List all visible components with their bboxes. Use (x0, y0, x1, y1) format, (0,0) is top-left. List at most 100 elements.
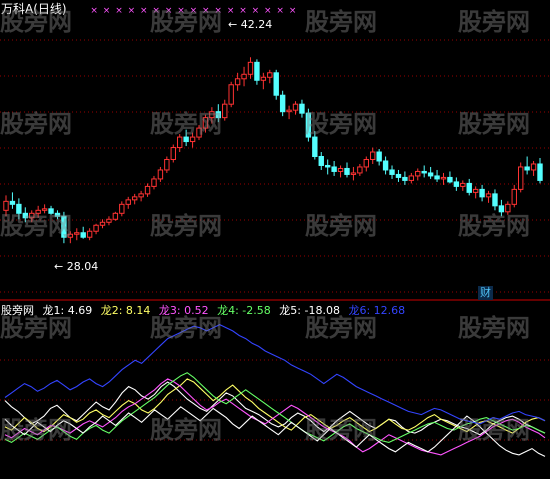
candle-body (318, 156, 324, 166)
candle (427, 166, 434, 179)
candle-body (112, 212, 119, 220)
candle (324, 159, 331, 175)
candle (61, 211, 67, 244)
candle (434, 169, 440, 182)
candle (305, 108, 312, 142)
indicator-long3: 龙3: 0.52 (158, 304, 209, 317)
candle (331, 160, 337, 176)
candle-body (157, 169, 164, 180)
candle (260, 72, 267, 90)
candle (67, 231, 74, 244)
candle (517, 162, 524, 193)
candle-body (254, 61, 260, 81)
candle (157, 166, 164, 182)
candle (376, 149, 382, 166)
finance-badge[interactable]: 财 (478, 286, 493, 300)
candle (144, 183, 151, 197)
candle (479, 184, 485, 202)
chart-title: 万科A(日线) × × × × × × × × × × × × × × × × … (1, 0, 297, 17)
candle (337, 165, 344, 178)
indicator-legend: 股旁网 龙1: 4.69 龙2: 8.14 龙3: 0.52 龙4: -2.58… (1, 302, 410, 318)
candle-body (440, 176, 447, 180)
candle (131, 193, 138, 205)
candle (382, 156, 389, 175)
candle (440, 172, 447, 185)
candle-body (350, 172, 357, 175)
candle-body (29, 212, 35, 219)
candle-body (530, 163, 537, 171)
candle (421, 165, 427, 178)
candle-body (54, 212, 61, 217)
candle-body (260, 76, 267, 81)
candle (228, 81, 234, 108)
candle (453, 177, 460, 191)
candle (408, 172, 415, 184)
candle (48, 205, 54, 215)
candle (29, 210, 35, 223)
candle-body (22, 212, 29, 219)
candle (524, 156, 530, 175)
candle (35, 205, 41, 218)
candle (511, 184, 517, 208)
candle-body (74, 232, 80, 235)
candle (363, 156, 369, 172)
candle-body (247, 61, 254, 75)
candle-body (16, 203, 22, 214)
candle-body (447, 176, 453, 183)
candle (86, 228, 93, 241)
high-price-value: 42.24 (240, 18, 273, 31)
candle (350, 166, 357, 181)
candle (460, 180, 466, 191)
candle (402, 171, 408, 185)
candle (99, 219, 106, 229)
candle-body (337, 167, 344, 172)
candle (286, 105, 292, 120)
candle-body (524, 166, 530, 171)
candle-body (228, 84, 234, 105)
candle (472, 186, 479, 199)
indicator-name: 股旁网 (1, 304, 34, 317)
indicator-line-1 (4, 381, 546, 436)
candle (202, 114, 209, 133)
candle-body (279, 94, 286, 113)
candle-body (427, 172, 434, 177)
candle (93, 223, 99, 235)
candle (318, 152, 324, 170)
candle (498, 199, 505, 217)
indicator-long6: 龙6: 12.68 (348, 304, 406, 317)
candle-body (299, 103, 305, 114)
candle-body (376, 151, 382, 162)
candle-body (421, 170, 427, 174)
candle (370, 147, 376, 164)
candle (138, 190, 144, 202)
indicator-long1: 龙1: 4.69 (42, 304, 93, 317)
candle-body (466, 182, 472, 193)
candle-body (80, 232, 86, 238)
candle (267, 69, 273, 84)
candle (189, 132, 196, 148)
indicator-long5: 龙5: -18.08 (279, 304, 340, 317)
candle-body (48, 208, 54, 214)
candle (505, 201, 511, 215)
candle-body (93, 224, 99, 232)
candle-body (511, 188, 517, 205)
candle (492, 189, 498, 211)
candle-body (305, 112, 312, 138)
candle (273, 69, 279, 100)
candle-body (119, 203, 125, 214)
candle-body (479, 188, 485, 198)
candle-body (61, 215, 67, 238)
candle (344, 162, 350, 178)
candle-body (402, 176, 408, 181)
candle-body (363, 158, 369, 168)
candle-body (492, 193, 498, 207)
candle-body (273, 72, 279, 96)
candle-body (131, 196, 138, 201)
candle (530, 160, 537, 176)
candle-body (241, 73, 247, 80)
grid-lines (0, 39, 550, 441)
candle (41, 204, 48, 214)
indicator-long2: 龙2: 8.14 (100, 304, 151, 317)
candle (209, 107, 215, 124)
candle (254, 59, 260, 85)
